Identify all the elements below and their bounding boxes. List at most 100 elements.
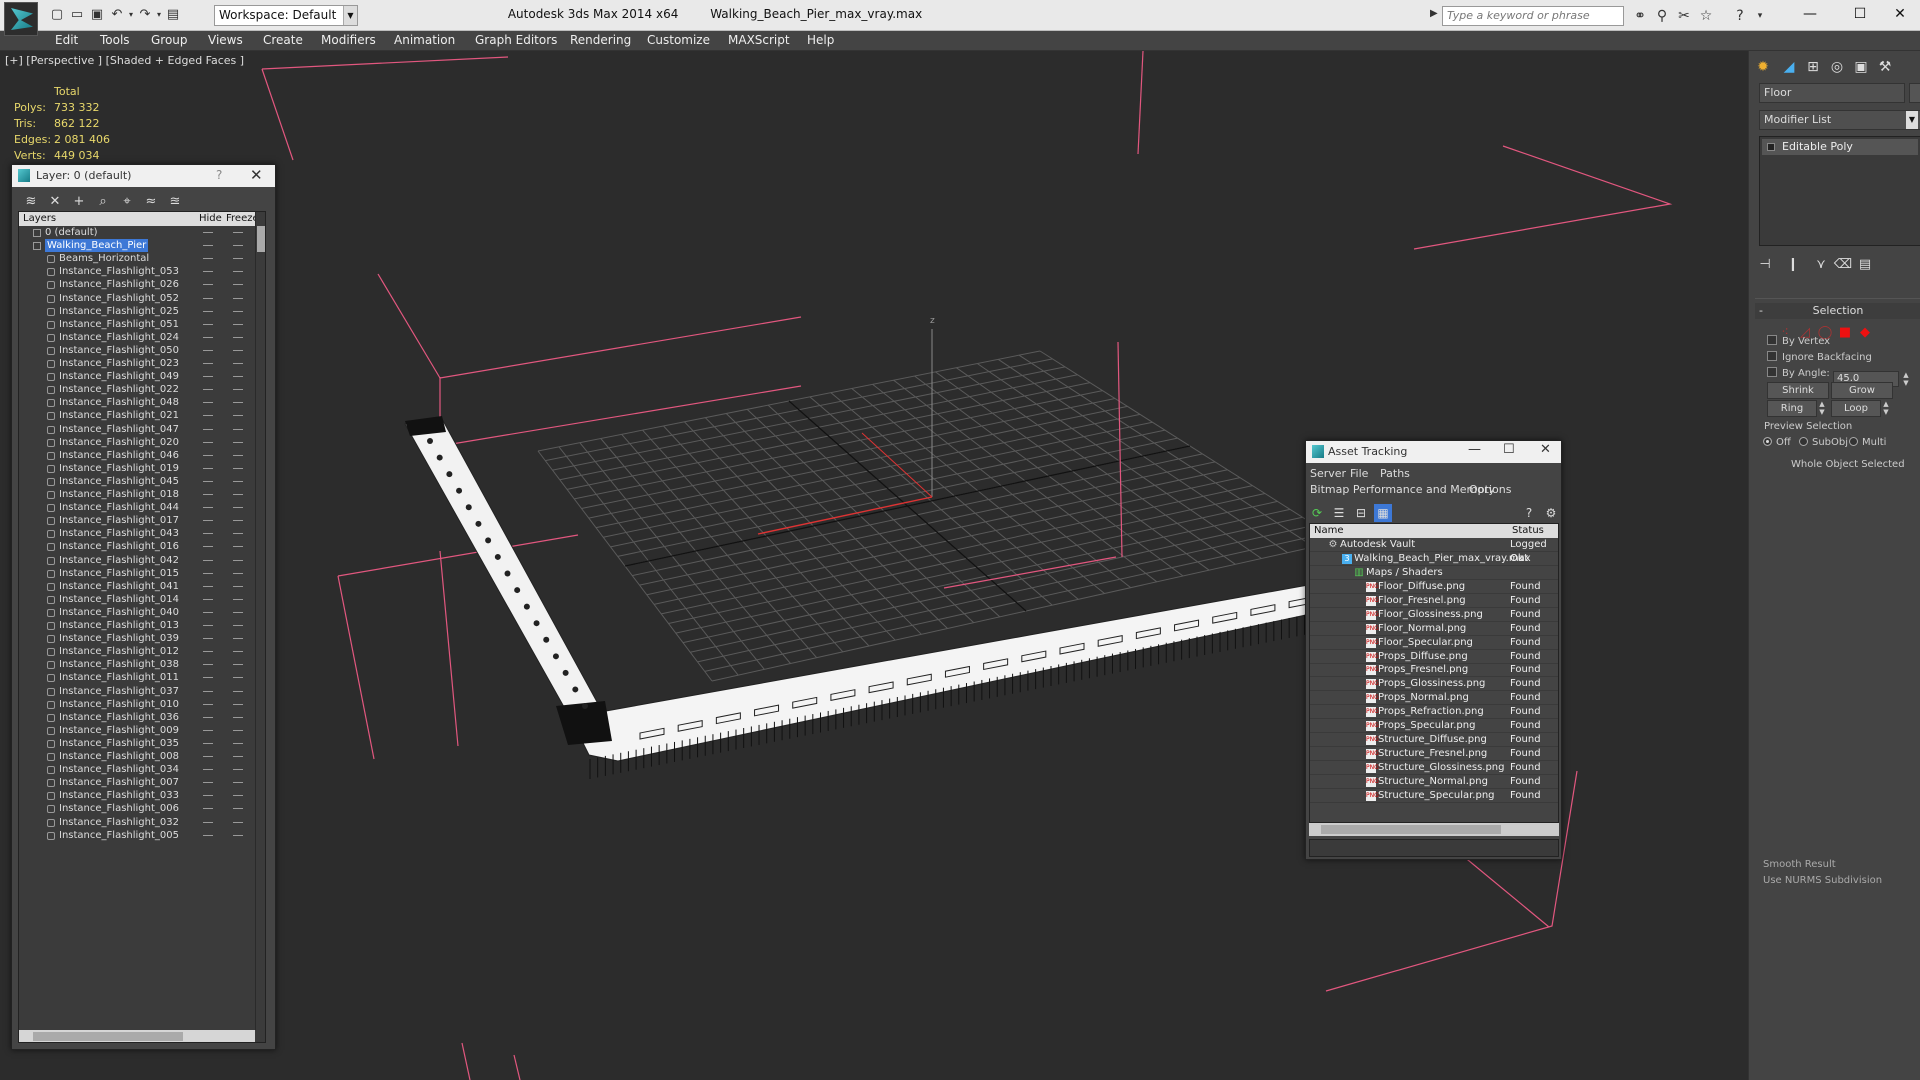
selection-rollout-header[interactable]: - Selection	[1755, 303, 1920, 319]
col-status[interactable]: Status	[1512, 524, 1544, 538]
hide-toggle[interactable]	[203, 310, 213, 312]
freeze-toggle[interactable]	[233, 808, 243, 810]
freeze-toggle[interactable]	[233, 690, 243, 692]
object-row[interactable]: Instance_Flashlight_016	[19, 540, 255, 553]
object-color-swatch[interactable]	[1909, 83, 1920, 103]
asset-row[interactable]: PNG Props_Specular.png Found	[1310, 719, 1558, 733]
object-row[interactable]: Instance_Flashlight_043	[19, 527, 255, 540]
menu-graph-editors[interactable]: Graph Editors	[475, 33, 557, 47]
hide-toggle[interactable]	[203, 821, 213, 823]
hide-toggle[interactable]	[203, 441, 213, 443]
expand-box-icon[interactable]	[1767, 143, 1775, 151]
hide-toggle[interactable]	[203, 664, 213, 666]
hide-toggle[interactable]	[203, 690, 213, 692]
layer-row[interactable]: 0 (default)	[19, 226, 255, 239]
hide-toggle[interactable]	[203, 677, 213, 679]
object-row[interactable]: Instance_Flashlight_009	[19, 724, 255, 737]
show-end-result-icon[interactable]: ❙	[1781, 255, 1805, 275]
hide-toggle[interactable]	[203, 428, 213, 430]
object-row[interactable]: Instance_Flashlight_019	[19, 462, 255, 475]
freeze-toggle[interactable]	[233, 245, 243, 247]
hide-toggle[interactable]	[203, 349, 213, 351]
hide-toggle[interactable]	[203, 232, 213, 233]
asset-row[interactable]: PNG Props_Fresnel.png Found	[1310, 663, 1558, 678]
col-name[interactable]: Name	[1314, 524, 1344, 538]
stack-item-editable-poly[interactable]: Editable Poly	[1762, 139, 1918, 155]
asset-row[interactable]: PNG Floor_Glossiness.png Found	[1310, 608, 1558, 622]
polygon-mode-icon[interactable]: ■	[1837, 325, 1853, 341]
menu-group[interactable]: Group	[151, 33, 188, 47]
freeze-toggle[interactable]	[233, 349, 243, 351]
object-row[interactable]: Instance_Flashlight_033	[19, 789, 255, 802]
asset-row[interactable]: PNG Structure_Specular.png Found	[1310, 789, 1558, 803]
loop-spinner-icon[interactable]: ▲ ▼	[1881, 400, 1891, 417]
horizontal-scrollbar[interactable]	[1309, 823, 1559, 836]
hide-toggle[interactable]	[203, 258, 213, 260]
menu-paths[interactable]: Paths	[1380, 467, 1410, 480]
hide-toggle[interactable]	[203, 834, 213, 836]
menu-modifiers[interactable]: Modifiers	[321, 33, 376, 47]
hide-toggle[interactable]	[203, 494, 213, 495]
col-hide[interactable]: Hide	[199, 212, 222, 226]
freeze-toggle[interactable]	[233, 769, 243, 771]
minimize-button[interactable]: —	[1468, 442, 1481, 457]
layer-dialog-titlebar[interactable]: Layer: 0 (default) ? ✕	[12, 165, 275, 187]
hide-toggle[interactable]	[203, 271, 213, 273]
object-row[interactable]: Instance_Flashlight_048	[19, 396, 255, 409]
object-row[interactable]: Instance_Flashlight_052	[19, 292, 255, 305]
menu-animation[interactable]: Animation	[394, 33, 455, 47]
object-row[interactable]: Instance_Flashlight_032	[19, 816, 255, 829]
create-layer-icon[interactable]: ≋	[20, 192, 42, 212]
menu-create[interactable]: Create	[263, 33, 303, 47]
object-row[interactable]: Instance_Flashlight_014	[19, 593, 255, 606]
hide-all-icon[interactable]: ≈	[140, 192, 162, 212]
freeze-toggle[interactable]	[233, 795, 243, 797]
preview-multi-radio[interactable]: Multi	[1849, 437, 1886, 448]
object-row[interactable]: Instance_Flashlight_011	[19, 671, 255, 684]
asset-path-field[interactable]	[1309, 839, 1559, 857]
object-row[interactable]: Instance_Flashlight_006	[19, 802, 255, 815]
freeze-toggle[interactable]	[233, 402, 243, 404]
hide-toggle[interactable]	[203, 598, 213, 600]
freeze-toggle[interactable]	[233, 677, 243, 679]
freeze-toggle[interactable]	[233, 363, 243, 364]
object-row[interactable]: Instance_Flashlight_010	[19, 698, 255, 711]
freeze-toggle[interactable]	[233, 651, 243, 653]
freeze-toggle[interactable]	[233, 611, 243, 613]
hide-toggle[interactable]	[203, 467, 213, 469]
hide-toggle[interactable]	[203, 546, 213, 548]
close-button[interactable]: ✕	[1880, 2, 1920, 26]
object-row[interactable]: Instance_Flashlight_039	[19, 632, 255, 645]
asset-table[interactable]: Name Status ⚙ Autodesk Vault Logged Out …	[1309, 523, 1559, 823]
by-vertex-checkbox[interactable]: By Vertex	[1767, 335, 1830, 347]
maximize-button[interactable]: ☐	[1503, 442, 1515, 457]
angle-spinner-arrows-icon[interactable]: ▲ ▼	[1901, 371, 1911, 388]
object-row[interactable]: Instance_Flashlight_022	[19, 383, 255, 396]
modifier-stack[interactable]: Editable Poly	[1759, 136, 1920, 246]
app-logo-button[interactable]	[4, 2, 38, 36]
preview-subobj-radio[interactable]: SubObj	[1799, 437, 1848, 448]
hide-toggle[interactable]	[203, 284, 213, 286]
binoculars-icon[interactable]: ⚭	[1630, 6, 1650, 26]
menu-customize[interactable]: Customize	[647, 33, 710, 47]
menu-file[interactable]: File	[1350, 467, 1368, 480]
modifier-list-dropdown[interactable]: Modifier List ▼	[1759, 110, 1920, 130]
asset-dialog-titlebar[interactable]: Asset Tracking — ☐ ✕	[1306, 441, 1561, 463]
configure-sets-icon[interactable]: ▤	[1853, 255, 1877, 275]
freeze-toggle[interactable]	[233, 638, 243, 640]
freeze-toggle[interactable]	[233, 559, 243, 561]
freeze-toggle[interactable]	[233, 572, 243, 574]
object-row[interactable]: Instance_Flashlight_047	[19, 423, 255, 436]
object-row[interactable]: Instance_Flashlight_023	[19, 357, 255, 370]
freeze-toggle[interactable]	[233, 742, 243, 744]
freeze-toggle[interactable]	[233, 585, 243, 587]
hide-toggle[interactable]	[203, 533, 213, 535]
hide-toggle[interactable]	[203, 769, 213, 771]
asset-row[interactable]: PNG Structure_Fresnel.png Found	[1310, 747, 1558, 761]
freeze-toggle[interactable]	[233, 323, 243, 325]
object-row[interactable]: Instance_Flashlight_044	[19, 501, 255, 514]
object-row[interactable]: Instance_Flashlight_013	[19, 619, 255, 632]
object-row[interactable]: Instance_Flashlight_040	[19, 606, 255, 619]
hide-toggle[interactable]	[203, 454, 213, 456]
object-row[interactable]: Instance_Flashlight_007	[19, 776, 255, 789]
